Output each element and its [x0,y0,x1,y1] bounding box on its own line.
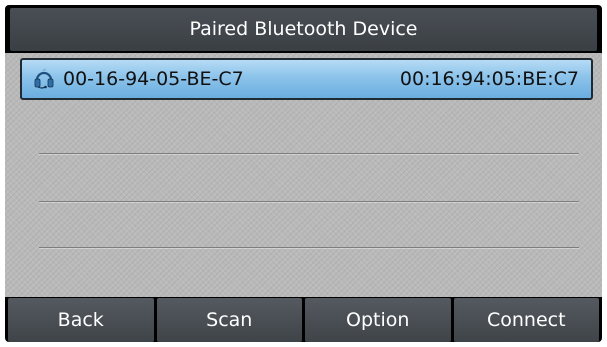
list-divider [39,201,579,202]
option-button[interactable]: Option [305,298,451,342]
headset-icon [33,68,55,90]
device-mac-address: 00:16:94:05:BE:C7 [399,68,579,90]
scan-button[interactable]: Scan [156,298,302,342]
back-button[interactable]: Back [8,298,154,342]
phone-screen: Paired Bluetooth Device 00-16-94-05-BE-C… [5,5,602,342]
device-name: 00-16-94-05-BE-C7 [63,68,244,90]
page-title: Paired Bluetooth Device [10,8,597,51]
list-divider [39,247,579,248]
connect-button[interactable]: Connect [453,298,599,342]
list-divider [39,153,579,154]
list-item-device[interactable]: 00-16-94-05-BE-C7 00:16:94:05:BE:C7 [20,58,593,100]
softkey-bar: Back Scan Option Connect [5,298,602,342]
device-list: 00-16-94-05-BE-C7 00:16:94:05:BE:C7 [5,53,602,297]
